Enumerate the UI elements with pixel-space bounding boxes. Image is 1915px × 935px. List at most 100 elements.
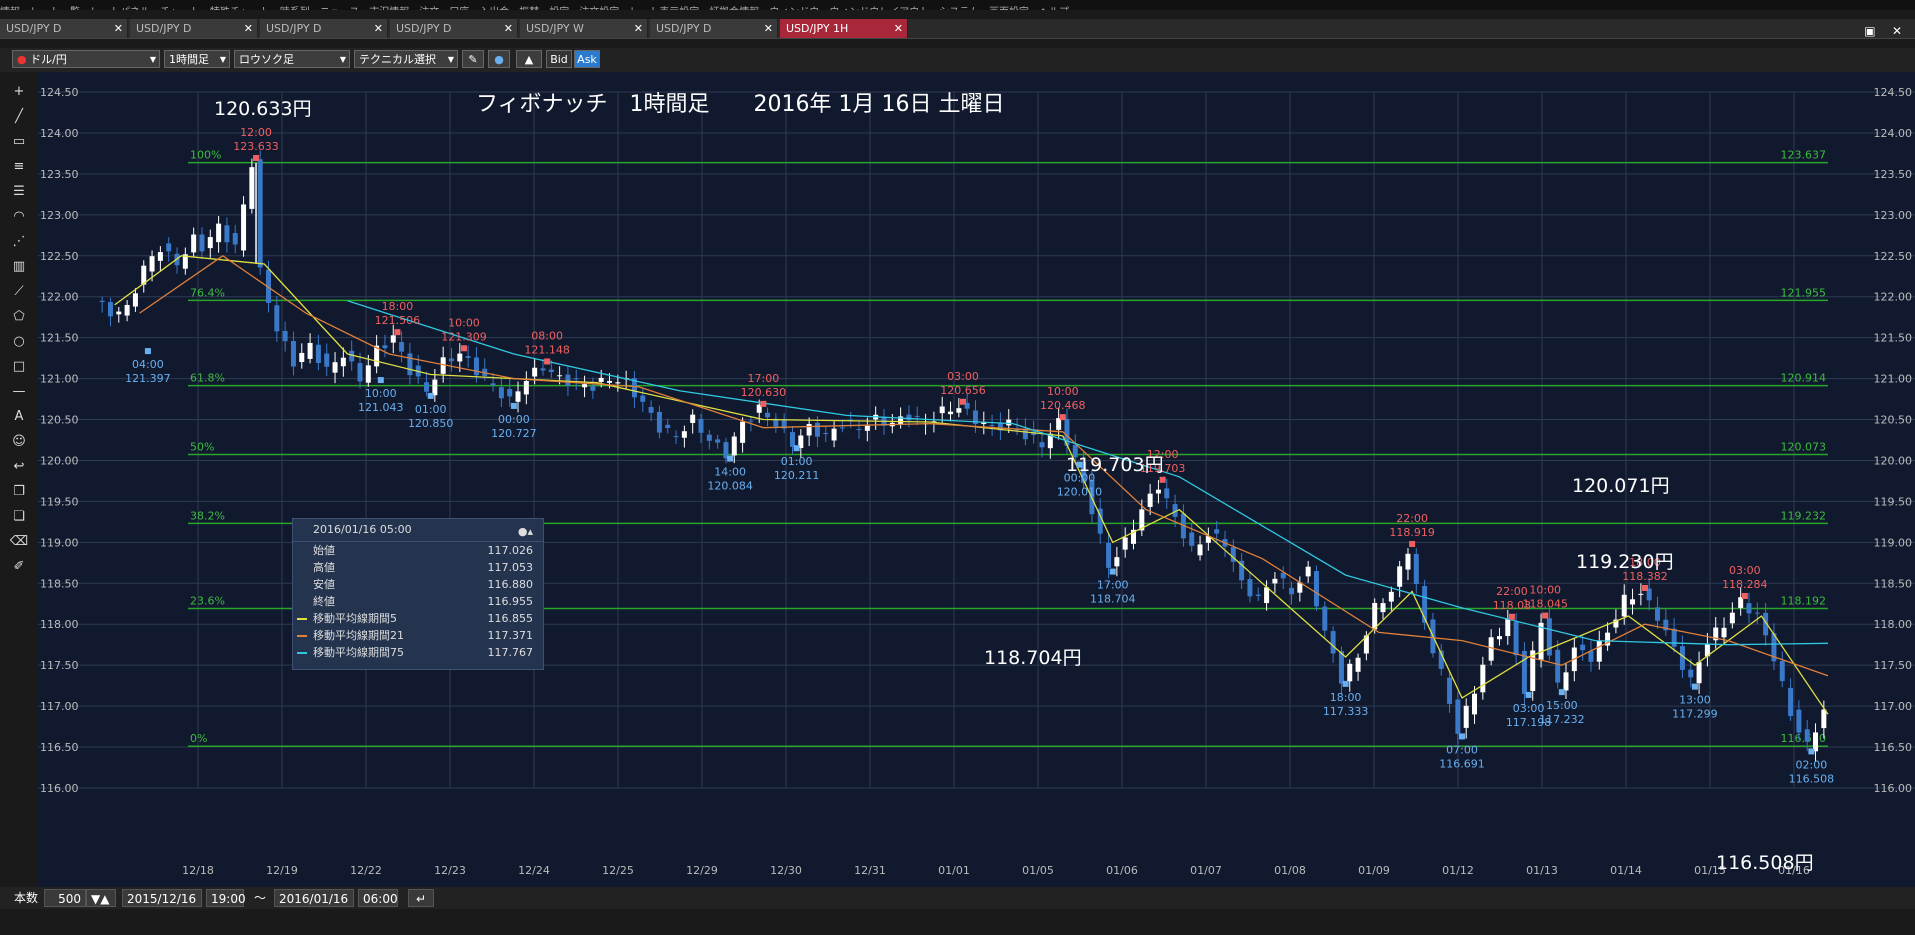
currency-pair-select[interactable]: ● ドル/円 ▼ bbox=[12, 50, 160, 68]
mountain-icon: ▲ bbox=[524, 53, 534, 66]
series-swatch bbox=[297, 652, 307, 654]
restore-icon[interactable]: ▣ bbox=[1862, 24, 1878, 38]
rect-icon[interactable]: □ bbox=[8, 356, 30, 378]
tab-6[interactable]: USD/JPY 1H ✕ bbox=[780, 19, 908, 38]
ohlc-info-panel[interactable]: 2016/01/16 05:00 ●▴ 始値 117.026 高値 117.053 安値… bbox=[292, 518, 544, 670]
chart-area[interactable]: 124.50 124.50 124.00 124.00 123.50 123.50 123.… bbox=[38, 72, 1915, 887]
candle-body bbox=[839, 427, 845, 429]
tab-4[interactable]: USD/JPY W ✕ bbox=[520, 19, 648, 38]
fan-icon[interactable]: ◠ bbox=[8, 206, 30, 228]
menu-item[interactable]: 情報 bbox=[0, 8, 20, 11]
from-time-input[interactable]: 19:00 bbox=[206, 889, 246, 907]
icon-icon[interactable]: ☺ bbox=[8, 431, 30, 453]
swing-marker bbox=[1542, 612, 1549, 619]
menu-item[interactable]: 特殊チャート bbox=[210, 8, 270, 11]
grid-icon[interactable]: ▥ bbox=[8, 256, 30, 278]
candle-body bbox=[1006, 419, 1012, 426]
eraser-icon[interactable]: ⌫ bbox=[8, 531, 30, 553]
candle-body bbox=[407, 353, 413, 376]
tab-5[interactable]: USD/JPY D ✕ bbox=[650, 19, 778, 38]
chart-type-select[interactable]: ロウソク足 ▼ bbox=[234, 50, 350, 68]
pitchfork-icon[interactable]: ⋰ bbox=[8, 231, 30, 253]
candle-body bbox=[806, 424, 812, 436]
tab-close-icon[interactable]: ✕ bbox=[764, 19, 773, 38]
fib-percent-label: 23.6% bbox=[190, 595, 225, 608]
apply-range-button[interactable]: ↵ bbox=[408, 889, 434, 907]
channel-icon[interactable]: ☰ bbox=[8, 181, 30, 203]
line-icon[interactable]: ╱ bbox=[8, 106, 30, 128]
candle-body bbox=[740, 421, 746, 443]
menu-item[interactable]: 設定 bbox=[549, 8, 569, 11]
tab-close-icon[interactable]: ✕ bbox=[634, 19, 643, 38]
tab-2[interactable]: USD/JPY D ✕ bbox=[260, 19, 388, 38]
menu-item[interactable]: ウィンドウ bbox=[769, 8, 819, 11]
close-window-icon[interactable]: ✕ bbox=[1889, 24, 1905, 38]
timeframe-select[interactable]: 1時間足 ▼ bbox=[164, 50, 230, 68]
draw-button[interactable]: ✎ bbox=[462, 50, 484, 68]
tab-close-icon[interactable]: ✕ bbox=[244, 19, 253, 38]
pentagon-icon[interactable]: ⬠ bbox=[8, 306, 30, 328]
menu-item[interactable]: レートパネル bbox=[90, 8, 150, 11]
menu-item[interactable]: 注文設定 bbox=[579, 8, 619, 11]
bar-count-input[interactable]: 500 bbox=[44, 889, 86, 907]
menu-item[interactable]: ウィンドウレイアウト bbox=[829, 8, 929, 11]
menu-item[interactable]: ヘルプ bbox=[1039, 8, 1069, 11]
menu-item[interactable]: チャート bbox=[160, 8, 200, 11]
menu-item[interactable]: 時系列 bbox=[280, 8, 310, 11]
y-tick-label-left: 119.00 bbox=[40, 536, 79, 549]
y-tick-label-right: 122.50 bbox=[1874, 250, 1913, 263]
menu-item[interactable]: 入出金・振替 bbox=[479, 8, 539, 11]
ask-button[interactable]: Ask bbox=[574, 50, 600, 68]
technical-select[interactable]: テクニカル選択 ▼ bbox=[354, 50, 458, 68]
cross-icon[interactable]: + bbox=[8, 81, 30, 103]
bar-count-stepper[interactable]: ▼▲ bbox=[86, 889, 116, 907]
tab-1[interactable]: USD/JPY D ✕ bbox=[130, 19, 258, 38]
tab-close-icon[interactable]: ✕ bbox=[114, 19, 123, 38]
x-tick-label: 12/25 bbox=[602, 864, 634, 877]
menu-item[interactable]: 注文 bbox=[419, 8, 439, 11]
menu-item[interactable]: レート一覧 bbox=[30, 8, 80, 11]
info-toggle-icon[interactable]: ●▴ bbox=[518, 521, 533, 543]
ruler-icon[interactable]: ▭ bbox=[8, 131, 30, 153]
hlines-icon[interactable]: ≡ bbox=[8, 156, 30, 178]
to-date-input[interactable]: 2016/01/16 bbox=[274, 889, 354, 907]
menu-item[interactable]: ニュース bbox=[320, 8, 360, 11]
menu-item[interactable]: レート表示設定 bbox=[629, 8, 699, 11]
copy-icon[interactable]: ❐ bbox=[8, 481, 30, 503]
annotation-latest-low: 116.508円 bbox=[1716, 852, 1814, 874]
tab-close-icon[interactable]: ✕ bbox=[374, 19, 383, 38]
candle-body bbox=[1563, 672, 1569, 691]
tab-3[interactable]: USD/JPY D ✕ bbox=[390, 19, 518, 38]
menu-item[interactable]: 画面設定 bbox=[989, 8, 1029, 11]
text-icon[interactable]: A bbox=[8, 406, 30, 428]
clear-icon[interactable]: ✐ bbox=[8, 556, 30, 578]
to-time-input[interactable]: 06:00 bbox=[358, 889, 398, 907]
candle-body bbox=[1472, 693, 1478, 715]
candle-body bbox=[1463, 705, 1469, 728]
bid-button[interactable]: Bid bbox=[546, 50, 572, 68]
paste-icon[interactable]: ❏ bbox=[8, 506, 30, 528]
currency-pair-label: ドル/円 bbox=[30, 53, 67, 66]
menu-item[interactable]: 口座 bbox=[449, 8, 469, 11]
menu-item[interactable]: システム bbox=[939, 8, 979, 11]
tab-0[interactable]: USD/JPY D ✕ bbox=[0, 19, 128, 38]
hline-icon[interactable]: — bbox=[8, 381, 30, 403]
swing-marker bbox=[1691, 683, 1698, 690]
candle-body bbox=[1380, 603, 1386, 613]
menu-item[interactable]: 市況情報 bbox=[369, 8, 409, 11]
swing-time-label: 03:00 bbox=[947, 370, 979, 383]
candle-body bbox=[1630, 599, 1636, 605]
from-date-input[interactable]: 2015/12/16 bbox=[122, 889, 202, 907]
info-button[interactable]: ● bbox=[488, 50, 510, 68]
circle-icon[interactable]: ○ bbox=[8, 331, 30, 353]
candle-body bbox=[1106, 542, 1112, 568]
y-tick-label-right: 120.50 bbox=[1874, 414, 1913, 427]
ask-label: Ask bbox=[577, 53, 597, 66]
chart-style-button[interactable]: ▲ bbox=[516, 50, 542, 68]
gann-icon[interactable]: ⟋ bbox=[8, 281, 30, 303]
undo-icon[interactable]: ↩ bbox=[8, 456, 30, 478]
tab-close-icon[interactable]: ✕ bbox=[504, 19, 513, 38]
menu-item[interactable]: 証拠金情報 bbox=[709, 8, 759, 11]
swing-marker bbox=[1508, 613, 1515, 620]
tab-close-icon[interactable]: ✕ bbox=[894, 19, 903, 38]
